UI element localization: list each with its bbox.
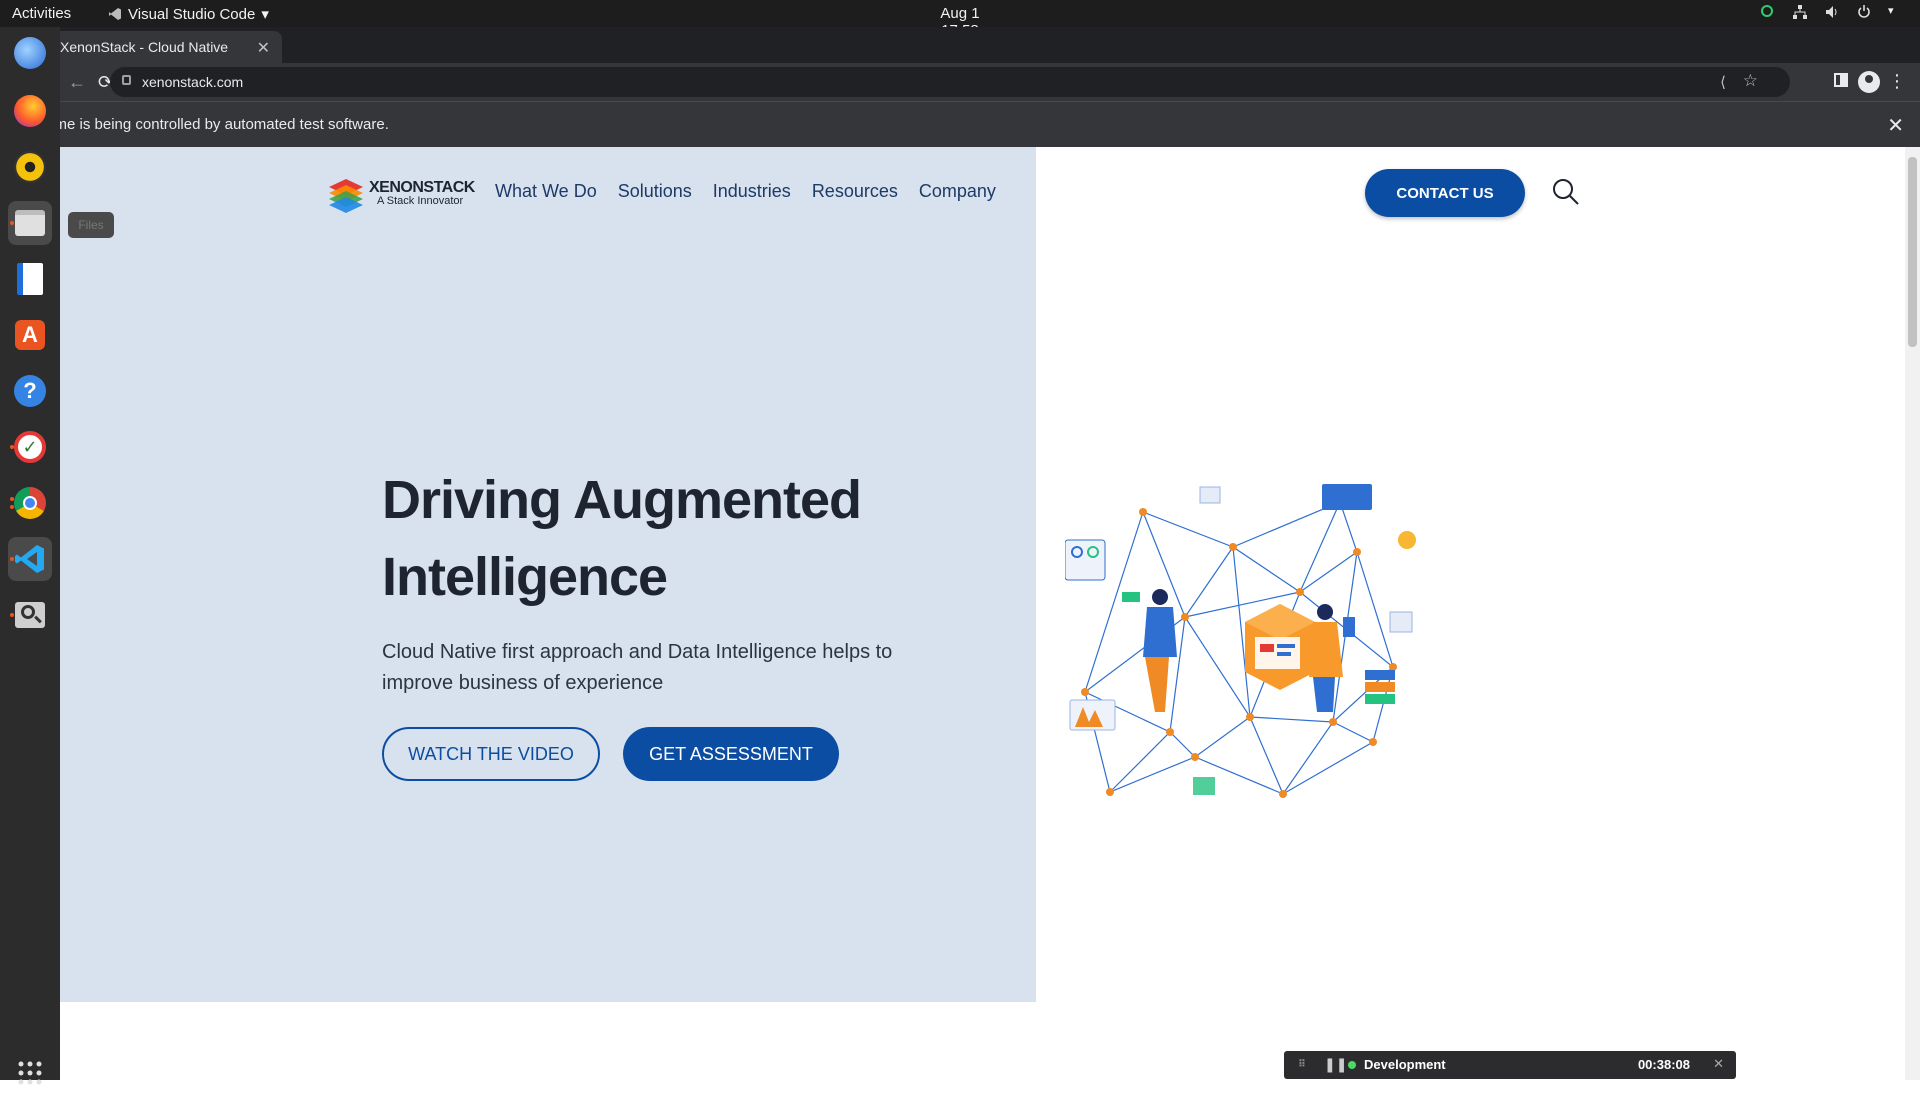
address-bar[interactable]: xenonstack.com ⟨ ☆ [110,67,1790,97]
side-panel-icon[interactable] [1834,73,1848,87]
main-navigation: What We Do Solutions Industries Resource… [495,181,996,202]
files-icon [15,210,45,236]
firefox-icon [14,95,46,127]
nav-resources[interactable]: Resources [812,181,898,202]
tracker-project-name: Development [1364,1057,1446,1072]
nav-what-we-do[interactable]: What We Do [495,181,597,202]
dock-chrome[interactable] [8,481,52,525]
infobar-message: Chrome is being controlled by automated … [22,116,389,133]
status-dot [1348,1061,1356,1069]
page-scrollbar[interactable] [1905,147,1920,1080]
dock-rhythmbox[interactable] [8,145,52,189]
nav-solutions[interactable]: Solutions [618,181,692,202]
browser-toolbar: ← ⟳ xenonstack.com ⟨ ☆ ⋮ [0,63,1920,101]
todo-check-icon: ✓ [14,431,46,463]
software-center-icon: A [15,320,45,350]
running-indicator [10,221,14,225]
dock-tooltip: Files [68,212,114,238]
app-menu[interactable]: Visual Studio Code ▾ [108,5,269,23]
site-logo[interactable]: XENONSTACK A Stack Innovator [327,173,477,217]
search-icon[interactable] [1551,177,1581,207]
dock-firefox[interactable] [8,89,52,133]
hero-subtext: Cloud Native first approach and Data Int… [382,641,893,694]
vscode-icon [15,545,44,573]
dock-vscode[interactable] [8,537,52,581]
drag-handle-icon[interactable]: ⠿ [1298,1059,1306,1070]
scrollbar-thumb[interactable] [1908,157,1917,347]
floating-widgets [1065,484,1416,795]
power-icon [1856,4,1872,20]
tab-close-icon[interactable]: ✕ [257,38,270,58]
browser-tab-strip: XenonStack - Cloud Native ✕ + ⌄ [0,27,1920,82]
person-right [1309,604,1355,712]
app-menu-label: Visual Studio Code [128,5,256,23]
infobar-close-icon[interactable]: ✕ [1887,113,1904,138]
dock-image-viewer[interactable] [8,593,52,637]
system-tray[interactable]: ▾ [1760,4,1904,20]
dock-software[interactable]: A [8,313,52,357]
running-indicator [10,613,14,617]
running-indicator [10,445,14,449]
tracker-close-icon[interactable]: ✕ [1713,1056,1724,1072]
network-icon [1792,4,1808,20]
hero-headline: Driving Augmented Intelligence [382,462,1002,616]
share-icon[interactable]: ⟨ [1720,73,1726,91]
web-page: XENONSTACK A Stack Innovator What We Do … [60,147,1905,1080]
chevron-down-icon: ▾ [1888,5,1894,17]
central-cube [1245,604,1315,690]
dock-thunderbird[interactable] [8,31,52,75]
ubuntu-dock: A ? ✓ [0,27,60,1085]
hero-headline-line2: Intelligence [382,547,668,607]
magnifier-icon [15,602,45,628]
network-lines [1083,501,1394,796]
status-indicator-icon [1760,4,1776,20]
time-tracker-widget: ⠿ ❚❚ Development 00:38:08 ✕ [1284,1051,1736,1079]
pause-icon[interactable]: ❚❚ [1324,1056,1347,1073]
tracker-elapsed-time: 00:38:08 [1637,1057,1690,1072]
vscode-small-icon [109,8,121,20]
get-assessment-button[interactable]: GET ASSESSMENT [623,727,839,781]
xenonstack-logo-mark [329,179,363,213]
contact-us-button[interactable]: CONTACT US [1365,169,1525,217]
tab-title: XenonStack - Cloud Native [60,39,229,55]
bookmark-star-icon[interactable]: ☆ [1743,71,1758,91]
writer-icon [17,263,43,295]
thunderbird-icon [14,37,46,69]
logo-tagline: A Stack Innovator [377,195,464,207]
nav-industries[interactable]: Industries [713,181,791,202]
app-grid-icon [18,1061,42,1085]
chrome-icon [14,487,46,519]
network-illustration [1065,484,1416,798]
dock-files[interactable] [8,201,52,245]
nav-company[interactable]: Company [919,181,996,202]
dock-help[interactable]: ? [8,369,52,413]
activities-button[interactable]: Activities [12,5,71,22]
profile-avatar-icon[interactable] [1858,71,1880,93]
url-text[interactable]: xenonstack.com [142,74,243,90]
back-arrow-icon[interactable]: ← [68,72,86,93]
rhythmbox-icon [14,151,46,183]
person-left [1122,589,1177,712]
watch-video-button[interactable]: WATCH THE VIDEO [382,727,600,781]
lock-icon [122,75,131,85]
help-icon: ? [14,375,46,407]
automation-infobar: Chrome is being controlled by automated … [0,101,1920,147]
volume-icon [1824,4,1840,20]
show-applications-button[interactable] [8,1051,52,1095]
hero-headline-line1: Driving Augmented [382,470,862,530]
browser-tab[interactable]: XenonStack - Cloud Native ✕ [42,31,282,63]
network-nodes [1081,498,1397,798]
system-top-bar: Activities Visual Studio Code ▾ Aug 1 17… [0,0,1920,39]
kebab-menu-icon[interactable]: ⋮ [1888,71,1906,92]
chevron-down-icon: ▾ [261,6,269,23]
dock-writer[interactable] [8,257,52,301]
dock-todo[interactable]: ✓ [8,425,52,469]
running-indicator [10,557,14,561]
